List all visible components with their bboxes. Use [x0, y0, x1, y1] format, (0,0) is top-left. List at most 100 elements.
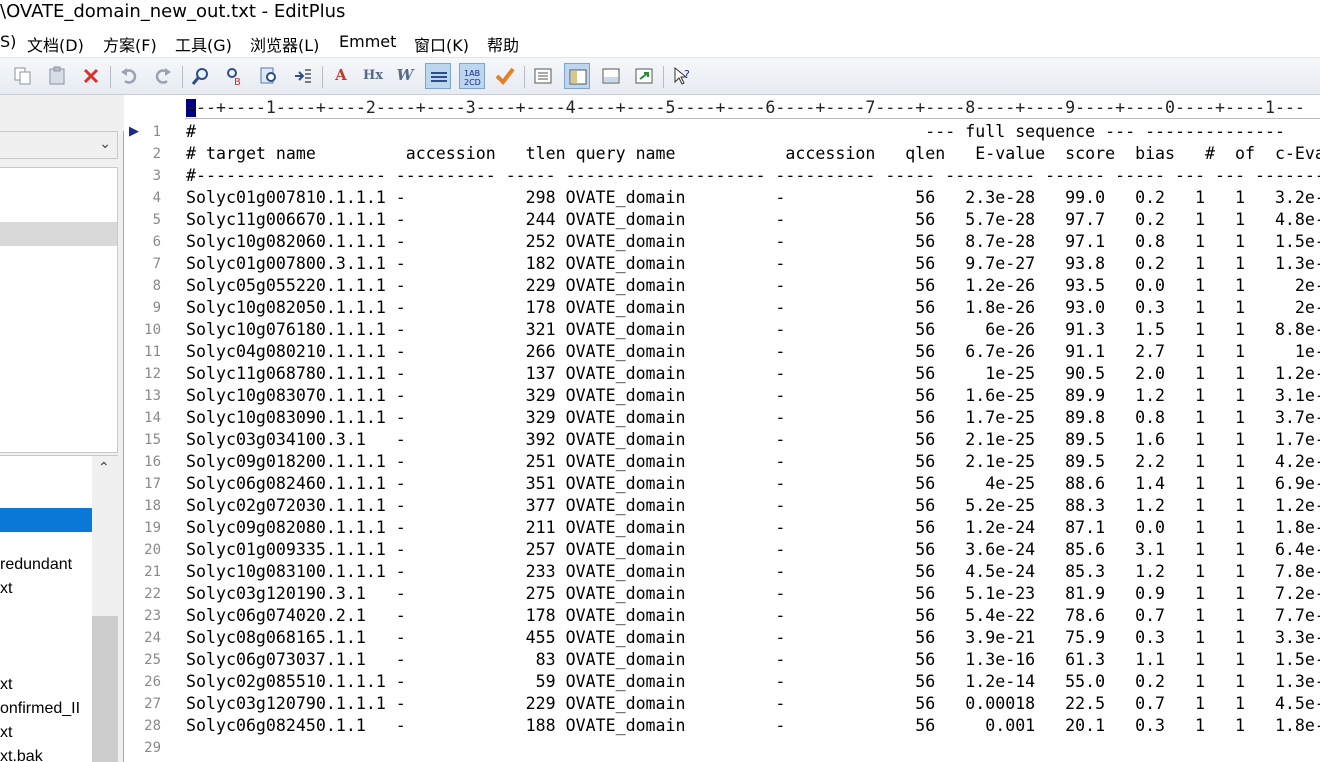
- undo-button[interactable]: [116, 63, 142, 89]
- ruler-text: ---+----1----+----2----+----3----+----4-…: [186, 98, 1305, 117]
- font-button[interactable]: A: [328, 63, 354, 89]
- file-list-item[interactable]: onfirmed_II: [0, 700, 80, 718]
- file-list-item[interactable]: xt: [0, 580, 12, 598]
- file-list[interactable]: redundant xt xt onfirmed_II xt xt.bak ⌃: [0, 455, 118, 762]
- redo-icon: [155, 68, 171, 84]
- word-wrap-button[interactable]: W: [392, 63, 418, 89]
- line-number: 4: [152, 190, 161, 206]
- spellcheck-button[interactable]: [492, 63, 518, 89]
- chevron-down-icon: ⌄: [99, 136, 111, 152]
- redo-button[interactable]: [150, 63, 176, 89]
- file-list-item[interactable]: xt: [0, 676, 12, 694]
- delete-button[interactable]: [78, 63, 104, 89]
- svg-text:2CD: 2CD: [464, 78, 481, 87]
- code-line[interactable]: Solyc01g009335.1.1.1 - 257 OVATE_domain …: [186, 539, 1320, 561]
- line-number: 16: [144, 454, 161, 470]
- line-number: 6: [152, 234, 161, 250]
- column-ruler: ---+----1----+----2----+----3----+----4-…: [125, 95, 1320, 119]
- code-line[interactable]: Solyc09g082080.1.1.1 - 211 OVATE_domain …: [186, 517, 1320, 539]
- line-number: 24: [144, 630, 161, 646]
- line-number-toggle[interactable]: [425, 63, 451, 89]
- code-line[interactable]: Solyc10g082060.1.1.1 - 252 OVATE_domain …: [186, 231, 1320, 253]
- code-line[interactable]: Solyc10g082050.1.1.1 - 178 OVATE_domain …: [186, 297, 1320, 319]
- menu-item-browser[interactable]: 浏览器(L): [250, 32, 319, 56]
- line-number: 21: [144, 564, 161, 580]
- code-line[interactable]: Solyc10g083100.1.1.1 - 233 OVATE_domain …: [186, 561, 1320, 583]
- scrollbar-thumb[interactable]: [92, 616, 118, 762]
- file-list-scrollbar[interactable]: ⌃: [92, 456, 118, 762]
- code-line[interactable]: Solyc03g120190.3.1 - 275 OVATE_domain - …: [186, 583, 1320, 605]
- delete-icon: [83, 68, 99, 84]
- code-line[interactable]: Solyc03g034100.3.1 - 392 OVATE_domain - …: [186, 429, 1320, 451]
- line-number: 13: [144, 388, 161, 404]
- code-line[interactable]: Solyc01g007800.3.1.1 - 182 OVATE_domain …: [186, 253, 1320, 275]
- line-number: 14: [144, 410, 161, 426]
- selected-directory[interactable]: [0, 222, 117, 246]
- code-line[interactable]: Solyc06g082450.1.1 - 188 OVATE_domain - …: [186, 715, 1320, 737]
- line-number: 9: [152, 300, 161, 316]
- replace-icon: B: [227, 68, 241, 86]
- help-icon: ?: [674, 66, 690, 85]
- paste-button[interactable]: [44, 63, 70, 89]
- code-line[interactable]: Solyc04g080210.1.1.1 - 266 OVATE_domain …: [186, 341, 1320, 363]
- file-list-item[interactable]: redundant: [0, 556, 72, 574]
- code-line[interactable]: # target name accession tlen query name …: [186, 143, 1320, 165]
- menu-item-tools[interactable]: 工具(G): [175, 32, 232, 56]
- directory-panel: ⌄ redundant xt xt onfirmed_II xt xt.bak …: [0, 95, 124, 762]
- menu-item-help[interactable]: 帮助: [487, 32, 519, 56]
- code-line[interactable]: Solyc06g074020.2.1 - 178 OVATE_domain - …: [186, 605, 1320, 627]
- find-button[interactable]: [188, 63, 214, 89]
- search-icon: [191, 68, 208, 85]
- output-window-button[interactable]: [598, 63, 624, 89]
- menu-item-search[interactable]: S): [0, 32, 16, 51]
- toolbar-separator: [110, 66, 111, 88]
- code-line[interactable]: Solyc10g083090.1.1.1 - 329 OVATE_domain …: [186, 407, 1320, 429]
- scroll-up-icon[interactable]: ⌃: [98, 460, 110, 476]
- drive-dropdown[interactable]: ⌄: [0, 131, 118, 159]
- file-list-item[interactable]: xt: [0, 724, 12, 742]
- selected-file[interactable]: [0, 508, 92, 532]
- directory-window-button[interactable]: [530, 63, 556, 89]
- file-list-item[interactable]: xt.bak: [0, 748, 43, 762]
- code-line[interactable]: #------------------- ---------- ----- --…: [186, 165, 1320, 187]
- menu-item-document[interactable]: 文档(D): [27, 32, 84, 56]
- line-number: 8: [152, 278, 161, 294]
- svg-text:?: ?: [684, 68, 690, 81]
- cliptext-window-button[interactable]: [564, 63, 590, 89]
- code-line[interactable]: Solyc06g082460.1.1.1 - 351 OVATE_domain …: [186, 473, 1320, 495]
- svg-text:B: B: [234, 77, 241, 86]
- line-number: 3: [152, 168, 161, 184]
- line-number: 7: [152, 256, 161, 272]
- code-line[interactable]: Solyc05g055220.1.1.1 - 229 OVATE_domain …: [186, 275, 1320, 297]
- code-line[interactable]: Solyc06g073037.1.1 - 83 OVATE_domain - 5…: [186, 649, 1320, 671]
- code-line[interactable]: Solyc11g006670.1.1.1 - 244 OVATE_domain …: [186, 209, 1320, 231]
- replace-button[interactable]: B: [222, 63, 248, 89]
- code-line[interactable]: Solyc02g072030.1.1.1 - 377 OVATE_domain …: [186, 495, 1320, 517]
- line-number: 18: [144, 498, 161, 514]
- code-line[interactable]: Solyc08g068165.1.1 - 455 OVATE_domain - …: [186, 627, 1320, 649]
- code-line[interactable]: Solyc09g018200.1.1.1 - 251 OVATE_domain …: [186, 451, 1320, 473]
- ruler-toggle[interactable]: 1AB 2CD: [459, 63, 485, 89]
- line-number: 17: [144, 476, 161, 492]
- help-button[interactable]: ?: [669, 63, 695, 89]
- find-in-files-button[interactable]: [256, 63, 282, 89]
- code-line[interactable]: Solyc01g007810.1.1.1 - 298 OVATE_domain …: [186, 187, 1320, 209]
- code-line[interactable]: Solyc10g083070.1.1.1 - 329 OVATE_domain …: [186, 385, 1320, 407]
- title-bar: \OVATE_domain_new_out.txt - EditPlus: [0, 0, 1320, 28]
- directory-tree[interactable]: [0, 167, 118, 453]
- line-number: 12: [144, 366, 161, 382]
- menu-item-emmet[interactable]: Emmet: [339, 32, 396, 51]
- code-line[interactable]: Solyc10g076180.1.1.1 - 321 OVATE_domain …: [186, 319, 1320, 341]
- browser-button[interactable]: [631, 63, 657, 89]
- editor-pane[interactable]: ---+----1----+----2----+----3----+----4-…: [125, 95, 1320, 762]
- menu-item-project[interactable]: 方案(F): [103, 32, 157, 56]
- code-line[interactable]: # --- full sequence --- --------------: [186, 121, 1285, 143]
- copy-button[interactable]: [10, 63, 36, 89]
- goto-line-button[interactable]: [290, 63, 316, 89]
- menu-item-window[interactable]: 窗口(K): [414, 32, 469, 56]
- code-line[interactable]: Solyc03g120790.1.1.1 - 229 OVATE_domain …: [186, 693, 1320, 715]
- line-number: 1: [152, 124, 161, 140]
- code-line[interactable]: Solyc11g068780.1.1.1 - 137 OVATE_domain …: [186, 363, 1320, 385]
- code-line[interactable]: Solyc02g085510.1.1.1 - 59 OVATE_domain -…: [186, 671, 1320, 693]
- hex-button[interactable]: Hx: [360, 63, 386, 89]
